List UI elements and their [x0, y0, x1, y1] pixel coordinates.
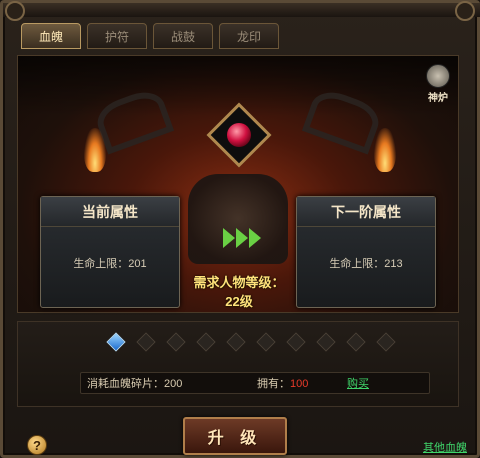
next-stats-title: 下一阶属性 [297, 197, 435, 227]
help-icon[interactable]: ? [27, 435, 47, 455]
fragment-slot-empty [346, 332, 366, 352]
upgrade-button-label: 升 级 [207, 430, 263, 447]
fragment-slot-empty [196, 332, 216, 352]
fragment-slot-empty [286, 332, 306, 352]
owned-info: 拥有：100 [257, 375, 347, 391]
furnace-icon [426, 64, 450, 88]
altar-scene: 神炉 当前属性 生命上限：201 下一阶属性 生命上限：213 需求人物等级： … [17, 55, 459, 313]
owned-value: 100 [290, 378, 309, 390]
corner-ornament-left [5, 1, 25, 21]
progress-panel: 消耗血魄碎片：200 拥有：100 购买 [17, 321, 459, 407]
statue-image [188, 174, 288, 264]
upgrade-arrows-icon [223, 228, 261, 248]
tab-hufu[interactable]: 护符 [87, 23, 147, 49]
tab-zhangu[interactable]: 战鼓 [153, 23, 213, 49]
tab-longyin[interactable]: 龙印 [219, 23, 279, 49]
flame-right [374, 128, 396, 172]
fragment-slot-empty [136, 332, 156, 352]
level-requirement: 需求人物等级： 22级 [186, 272, 292, 310]
cost-bar: 消耗血魄碎片：200 拥有：100 购买 [80, 372, 430, 394]
fragment-slot-empty [316, 332, 336, 352]
fragment-slot-filled [106, 332, 126, 352]
cost-label: 消耗血魄碎片：200 [87, 378, 183, 390]
current-stats-title: 当前属性 [41, 197, 179, 227]
furnace-button[interactable]: 神炉 [422, 64, 454, 104]
current-stats-panel: 当前属性 生命上限：201 [40, 196, 180, 308]
corner-ornament-right [455, 1, 475, 21]
fragment-slot-empty [166, 332, 186, 352]
current-stats-value: 生命上限：201 [73, 258, 147, 270]
fragment-slot-empty [376, 332, 396, 352]
upgrade-button[interactable]: 升 级 [183, 417, 287, 455]
blood-gem-icon[interactable] [227, 123, 251, 147]
fragment-slot-empty [226, 332, 246, 352]
fragment-slots [106, 332, 396, 352]
window-top-bar [3, 3, 480, 17]
requirement-line2: 22级 [225, 294, 253, 309]
fragment-slot-empty [256, 332, 276, 352]
tab-xuepo[interactable]: 血魄 [21, 23, 81, 49]
next-stats-value: 生命上限：213 [329, 258, 403, 270]
game-window: 血魄 护符 战鼓 龙印 神炉 当前属性 生命上限：201 下一阶属性 生命上限：… [0, 0, 480, 458]
tab-bar: 血魄 护符 战鼓 龙印 [21, 23, 279, 49]
flame-left [84, 128, 106, 172]
next-stats-panel: 下一阶属性 生命上限：213 [296, 196, 436, 308]
furnace-label: 神炉 [428, 93, 448, 104]
other-xuepo-link[interactable]: 其他血魄 [423, 439, 467, 455]
owned-label: 拥有： [257, 378, 290, 390]
requirement-line1: 需求人物等级： [193, 275, 285, 290]
buy-link[interactable]: 购买 [347, 375, 369, 391]
